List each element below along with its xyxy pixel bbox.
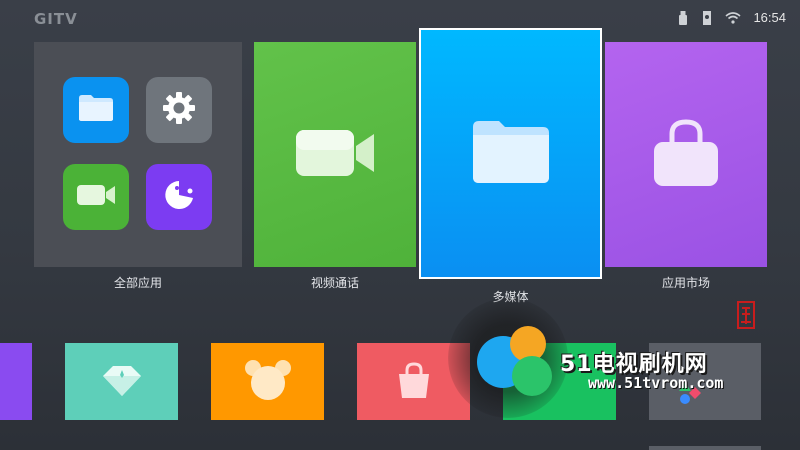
tile-all-apps[interactable]: 全部应用 bbox=[34, 42, 242, 290]
crown-icon bbox=[99, 362, 145, 402]
video-camera-icon bbox=[294, 128, 376, 182]
usb-icon bbox=[677, 10, 689, 25]
mini-settings-app bbox=[146, 77, 212, 143]
bottom-row-edge bbox=[649, 446, 761, 450]
game-pacman-icon bbox=[162, 178, 196, 216]
sd-card-icon bbox=[701, 10, 713, 25]
watermark-seal bbox=[735, 300, 757, 329]
tile-video-call[interactable]: 视频通话 bbox=[254, 42, 416, 290]
tile-app-market[interactable]: 应用市场 bbox=[605, 42, 767, 290]
status-bar: 16:54 bbox=[677, 10, 786, 25]
shopping-bag-icon bbox=[394, 360, 434, 404]
watermark-circle bbox=[448, 298, 568, 418]
bear-icon bbox=[243, 358, 293, 406]
tile-multimedia[interactable]: 多媒体 bbox=[419, 28, 602, 304]
bottom-tile-partial[interactable] bbox=[0, 343, 32, 420]
mini-game-app bbox=[146, 164, 212, 230]
bottom-tile-bear[interactable] bbox=[211, 343, 324, 420]
video-camera-icon bbox=[75, 182, 117, 212]
mini-video-app bbox=[63, 164, 129, 230]
tile-label: 应用市场 bbox=[661, 276, 710, 290]
settings-icon bbox=[162, 91, 196, 129]
folder-icon bbox=[471, 119, 551, 189]
folder-icon bbox=[77, 93, 115, 127]
tile-label: 全部应用 bbox=[113, 276, 162, 290]
gitv-logo: GITV bbox=[34, 10, 78, 28]
clock: 16:54 bbox=[753, 10, 786, 25]
tile-label: 视频通话 bbox=[310, 276, 359, 290]
wifi-icon bbox=[725, 11, 741, 24]
mini-folder-app bbox=[63, 77, 129, 143]
bottom-tile-crown[interactable] bbox=[65, 343, 178, 420]
watermark-url: www.51tvrom.com bbox=[588, 374, 724, 392]
shopping-bag-icon bbox=[652, 118, 720, 192]
